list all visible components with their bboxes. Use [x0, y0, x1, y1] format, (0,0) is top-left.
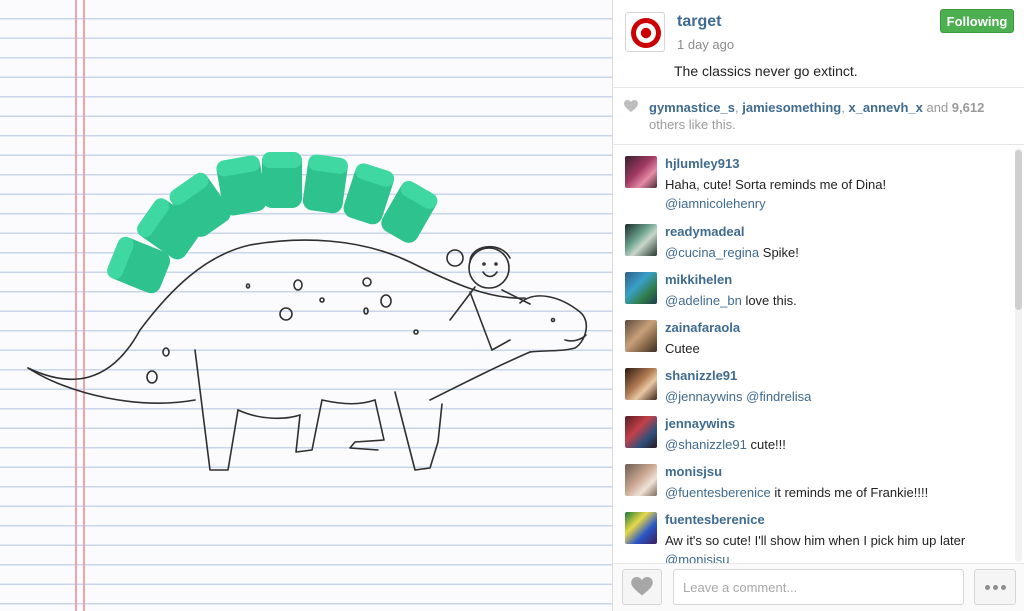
more-options-icon [984, 584, 990, 590]
likes-summary: gymnastice_s, jamiesomething, x_annevh_x… [613, 88, 1024, 145]
following-button[interactable]: Following [940, 9, 1014, 33]
likes-count[interactable]: 9,612 [952, 100, 985, 115]
comment-text: @jennaywins @findrelisa [665, 387, 1005, 406]
comment-text: @fuentesberenice it reminds me of Franki… [665, 485, 929, 500]
likes-tail: others like this. [649, 117, 736, 132]
more-options-button[interactable] [974, 569, 1016, 605]
comments-scrollbar[interactable] [1015, 148, 1022, 562]
more-options-icon [1000, 584, 1006, 590]
avatar[interactable] [625, 320, 657, 352]
target-logo-icon [631, 18, 661, 48]
liker-username[interactable]: jamiesomething [742, 100, 841, 115]
liker-username[interactable]: gymnastice_s [649, 100, 735, 115]
heart-icon [631, 577, 653, 596]
comment-username[interactable]: jennaywins [665, 416, 735, 431]
like-button[interactable] [622, 569, 662, 605]
likes-text: gymnastice_s, jamiesomething, x_annevh_x… [649, 100, 985, 132]
comment-mention[interactable]: @shanizzle91 [665, 437, 747, 452]
comment-text: @cucina_regina Spike! [665, 245, 799, 260]
author-username[interactable]: target [677, 13, 721, 31]
comment-mention[interactable]: @adeline_bn [665, 293, 742, 308]
comment-text: @shanizzle91 cute!!! [665, 437, 786, 452]
comment-mention[interactable]: @cucina_regina [665, 245, 759, 260]
comment-username[interactable]: readymadeal [665, 224, 745, 239]
heart-icon [624, 100, 638, 112]
comment-mention[interactable]: @monisjsu [665, 552, 730, 563]
comments-list: hjlumley913 Haha, cute! Sorta reminds me… [613, 146, 1024, 563]
comment-text: Haha, cute! Sorta reminds me of Dina! @i… [665, 177, 887, 211]
liker-username[interactable]: x_annevh_x [848, 100, 922, 115]
comment-username[interactable]: mikkihelen [665, 272, 732, 287]
comment-username[interactable]: fuentesberenice [665, 512, 765, 527]
comment-username[interactable]: monisjsu [665, 464, 722, 479]
avatar[interactable] [625, 368, 657, 400]
avatar[interactable] [625, 224, 657, 256]
comment-username[interactable]: hjlumley913 [665, 156, 739, 171]
comment-composer [613, 563, 1024, 611]
comment-mention[interactable]: @jennaywins @findrelisa [665, 389, 811, 404]
avatar[interactable] [625, 464, 657, 496]
post-viewer: target 1 day ago Following The classics … [0, 0, 1024, 611]
avatar[interactable] [625, 272, 657, 304]
avatar[interactable] [625, 416, 657, 448]
post-header: target 1 day ago Following The classics … [613, 0, 1024, 88]
post-caption: The classics never go extinct. [674, 63, 858, 79]
comment-mention[interactable]: @iamnicolehenry [665, 196, 766, 211]
comment-text: Aw it's so cute! I'll show him when I pi… [665, 531, 1005, 563]
author-avatar[interactable] [625, 12, 665, 52]
scrollbar-thumb[interactable] [1015, 150, 1022, 310]
post-photo [0, 0, 612, 611]
eraser-caps [107, 152, 438, 294]
post-sidebar: target 1 day ago Following The classics … [612, 0, 1024, 611]
comment-input[interactable] [673, 569, 964, 605]
comment-text: Cutee [665, 341, 700, 356]
avatar[interactable] [625, 156, 657, 188]
comment-text: @adeline_bn love this. [665, 293, 797, 308]
avatar[interactable] [625, 512, 657, 544]
stegosaurus-eraser-illustration [27, 152, 588, 471]
comment-username[interactable]: shanizzle91 [665, 368, 737, 383]
post-timestamp[interactable]: 1 day ago [677, 37, 734, 52]
more-options-icon [992, 584, 998, 590]
comment-username[interactable]: zainafaraola [665, 320, 740, 335]
comment-mention[interactable]: @fuentesberenice [665, 485, 771, 500]
